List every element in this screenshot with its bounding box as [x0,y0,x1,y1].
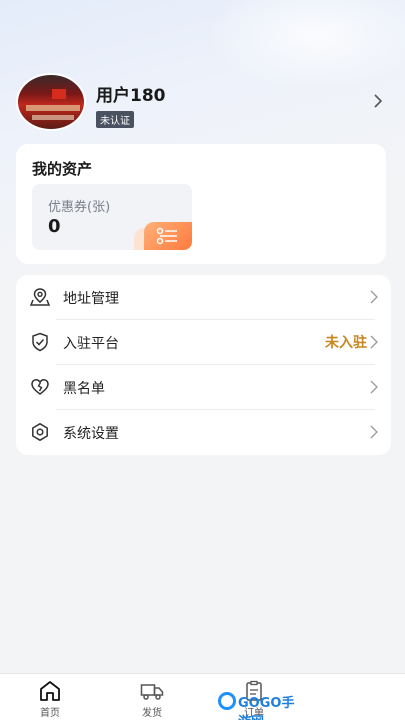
assets-title: 我的资产 [32,160,93,178]
coupon-label: 优惠券(张) [48,200,111,215]
home-icon [40,681,60,701]
tab-label: 发货 [142,708,162,719]
assets-card: 我的资产 优惠券(张) 0 [16,144,386,264]
menu-item-blacklist[interactable]: 黑名单 [16,365,391,410]
menu-item-address[interactable]: 地址管理 [16,275,391,320]
menu-item-label: 黑名单 [63,381,105,397]
watermark-text: GOGO手游网 [238,696,295,720]
gear-hexagon-icon [32,422,48,442]
coupon-tile[interactable]: 优惠券(张) 0 [32,184,192,250]
chevron-right-icon[interactable] [371,93,385,109]
tab-ship[interactable]: 发货 [112,674,192,720]
coupon-count: 0 [48,216,61,237]
watermark-logo: GOGO手游网 [218,690,302,720]
watermark-g-icon [218,692,236,710]
tab-label: 首页 [40,708,60,719]
shield-check-icon [32,332,48,352]
username: 用户180 [96,86,166,106]
location-map-icon [30,288,50,306]
profile-header[interactable]: 用户180 未认证 [16,73,389,133]
menu-item-label: 入驻平台 [63,336,119,352]
chevron-right-icon [370,290,378,304]
chevron-right-icon [370,380,378,394]
avatar[interactable] [16,73,86,131]
menu-card: 地址管理 入驻平台 未入驻 黑名单 系统设置 [16,275,391,455]
menu-item-label: 系统设置 [63,426,119,442]
bottom-tab-bar: 首页 发货 订单 [0,673,405,720]
chevron-right-icon [370,425,378,439]
join-status: 未入驻 [325,335,367,351]
menu-item-settings[interactable]: 系统设置 [16,410,391,455]
menu-item-label: 地址管理 [63,291,119,307]
tab-home[interactable]: 首页 [10,674,90,720]
coupon-list-icon [144,222,192,250]
menu-item-join-platform[interactable]: 入驻平台 未入驻 [16,320,391,365]
truck-icon [140,684,164,700]
chevron-right-icon [370,335,378,349]
verification-badge: 未认证 [96,111,134,128]
broken-heart-icon [31,379,49,395]
